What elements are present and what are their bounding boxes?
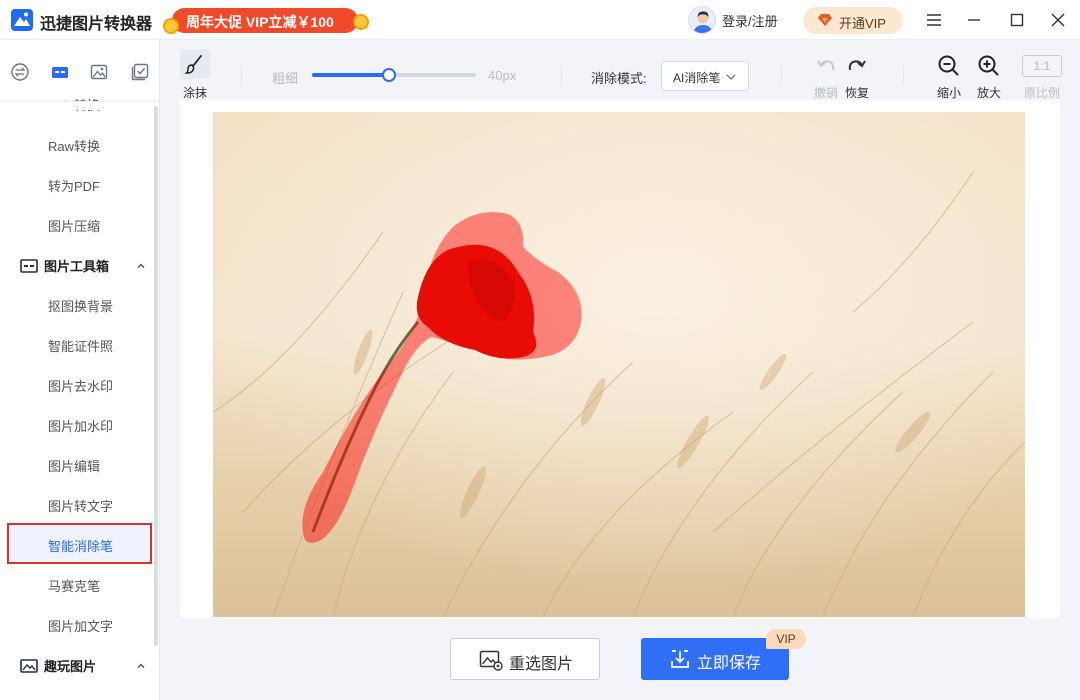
erase-mode-label: 消除模式: bbox=[591, 71, 647, 86]
user-avatar-icon bbox=[693, 11, 713, 33]
sidebar-item-edit[interactable]: 图片编辑 bbox=[48, 456, 100, 475]
minimize-icon[interactable] bbox=[964, 10, 984, 30]
close-icon[interactable] bbox=[1048, 10, 1068, 30]
app-logo-icon bbox=[11, 9, 33, 31]
clip-mask bbox=[0, 102, 154, 110]
toolbar-divider bbox=[903, 66, 904, 84]
toolbox-group-label: 图片工具箱 bbox=[44, 259, 110, 274]
sidebar-category-bar bbox=[0, 40, 159, 102]
sidebar-item-add-text[interactable]: 图片加文字 bbox=[48, 616, 113, 635]
image-icon[interactable] bbox=[89, 62, 109, 82]
fun-image-icon bbox=[20, 659, 38, 673]
reselect-image-label: 重选图片 bbox=[509, 656, 574, 673]
coin-icon bbox=[353, 14, 369, 30]
diamond-icon bbox=[818, 14, 832, 26]
toolbox-icon[interactable] bbox=[50, 62, 70, 82]
sidebar-item-pdf[interactable]: 转为PDF bbox=[48, 176, 100, 195]
chevron-up-icon[interactable] bbox=[136, 661, 146, 671]
open-vip-label: 开通VIP bbox=[839, 16, 886, 31]
toolbar-divider bbox=[781, 66, 782, 84]
brush-size-slider-thumb[interactable] bbox=[382, 68, 397, 82]
zoom-out-label: 缩小 bbox=[937, 86, 962, 100]
sidebar-item-cutout[interactable]: 抠图换背景 bbox=[48, 296, 113, 315]
divider bbox=[0, 101, 159, 102]
app-title: 迅捷图片转换器 bbox=[40, 16, 153, 33]
reselect-image-button[interactable]: 重选图片 bbox=[450, 638, 600, 680]
reselect-image-icon bbox=[479, 650, 503, 671]
editing-canvas[interactable] bbox=[213, 112, 1025, 617]
sidebar-group-toolbox[interactable]: 图片工具箱 bbox=[20, 256, 109, 275]
check-image-icon[interactable] bbox=[130, 62, 150, 82]
redo-label: 恢复 bbox=[845, 86, 870, 100]
brush-tool-button[interactable] bbox=[180, 49, 210, 79]
sidebar-scrollbar[interactable] bbox=[154, 106, 158, 646]
zoom-in-label: 放大 bbox=[977, 86, 1002, 100]
fun-group-label: 趣玩图片 bbox=[44, 659, 97, 674]
redo-icon[interactable] bbox=[846, 56, 868, 76]
open-vip-button[interactable]: 开通VIP bbox=[803, 7, 903, 34]
toolbox-group-icon bbox=[20, 259, 38, 273]
sidebar-item-add-watermark[interactable]: 图片加水印 bbox=[48, 416, 113, 435]
undo-icon[interactable] bbox=[815, 56, 837, 76]
original-ratio-button[interactable]: 1:1 bbox=[1022, 55, 1062, 77]
menu-icon[interactable] bbox=[924, 10, 944, 30]
undo-label: 撤销 bbox=[814, 86, 839, 100]
save-now-label: 立即保存 bbox=[697, 655, 762, 672]
toolbar-divider bbox=[241, 66, 242, 84]
convert-icon[interactable] bbox=[10, 62, 30, 82]
sidebar-item-mosaic[interactable]: 马赛克笔 bbox=[48, 576, 100, 595]
erase-mode-value: AI消除笔 bbox=[673, 71, 721, 85]
original-ratio-label: 原比例 bbox=[1024, 86, 1061, 100]
user-avatar[interactable] bbox=[688, 6, 716, 34]
sidebar-group-fun[interactable]: 趣玩图片 bbox=[20, 656, 96, 675]
zoom-out-icon[interactable] bbox=[937, 54, 961, 78]
brush-tool-label: 涂抹 bbox=[183, 86, 208, 100]
sidebar-item-smart-eraser[interactable]: 智能消除笔 bbox=[48, 536, 113, 555]
maximize-icon[interactable] bbox=[1007, 10, 1027, 30]
chevron-down-icon bbox=[726, 74, 736, 80]
erase-mode-select[interactable]: AI消除笔 bbox=[661, 61, 749, 91]
sidebar-item-ocr[interactable]: 图片转文字 bbox=[48, 496, 113, 515]
brush-icon bbox=[184, 55, 202, 74]
zoom-in-icon[interactable] bbox=[977, 54, 1001, 78]
sidebar-item-id-photo[interactable]: 智能证件照 bbox=[48, 336, 113, 355]
brush-size-slider-fill bbox=[312, 73, 390, 77]
title-bar: 迅捷图片转换器 周年大促 VIP立减￥100 登录/注册 开通VIP bbox=[0, 0, 1080, 40]
wheat-field-photo bbox=[213, 112, 1025, 617]
download-icon bbox=[671, 650, 689, 668]
sidebar: Heic转换 Raw转换 转为PDF 图片压缩 图片工具箱 抠图换背景 智能证件… bbox=[0, 40, 160, 700]
sidebar-item-compress[interactable]: 图片压缩 bbox=[48, 216, 100, 235]
brush-size-slider[interactable] bbox=[312, 68, 476, 82]
brush-size-value: 40px bbox=[488, 68, 517, 83]
vip-badge: VIP bbox=[766, 629, 806, 649]
brush-size-label: 粗细 bbox=[272, 71, 299, 86]
promo-banner[interactable]: 周年大促 VIP立减￥100 bbox=[172, 8, 358, 33]
chevron-up-icon[interactable] bbox=[136, 261, 146, 271]
sidebar-item-raw[interactable]: Raw转换 bbox=[48, 136, 100, 155]
toolbar-divider bbox=[561, 66, 562, 84]
login-link[interactable]: 登录/注册 bbox=[722, 11, 778, 30]
coin-icon bbox=[163, 18, 179, 34]
sidebar-item-remove-watermark[interactable]: 图片去水印 bbox=[48, 376, 113, 395]
